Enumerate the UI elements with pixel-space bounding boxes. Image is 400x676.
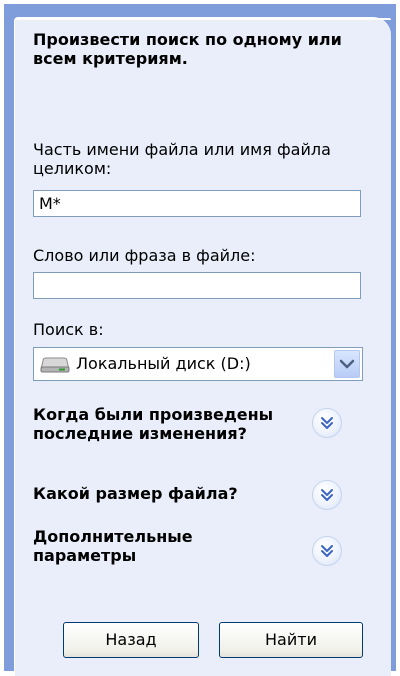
section-when-modified[interactable]: Когда были произведены последние изменен…: [33, 405, 303, 443]
double-chevron-down-icon[interactable]: [312, 408, 342, 438]
filename-input[interactable]: M*: [33, 190, 361, 217]
section-advanced[interactable]: Дополнительные параметры: [33, 527, 283, 565]
phrase-input[interactable]: [33, 272, 361, 299]
phrase-label: Слово или фраза в файле:: [33, 246, 256, 265]
double-chevron-down-icon[interactable]: [312, 536, 342, 566]
look-in-label: Поиск в:: [33, 320, 104, 339]
back-button[interactable]: Назад: [63, 622, 199, 658]
filename-label: Часть имени файла или имя файла целиком:: [33, 140, 331, 178]
search-heading: Произвести поиск по одному или всем крит…: [33, 30, 342, 68]
chevron-down-icon[interactable]: [334, 350, 360, 378]
search-button[interactable]: Найти: [219, 622, 363, 658]
look-in-select[interactable]: Локальный диск (D:): [33, 347, 363, 381]
look-in-value: Локальный диск (D:): [76, 354, 251, 373]
section-file-size[interactable]: Какой размер файла?: [33, 484, 303, 503]
double-chevron-down-icon[interactable]: [312, 480, 342, 510]
hard-drive-icon: [40, 357, 70, 373]
